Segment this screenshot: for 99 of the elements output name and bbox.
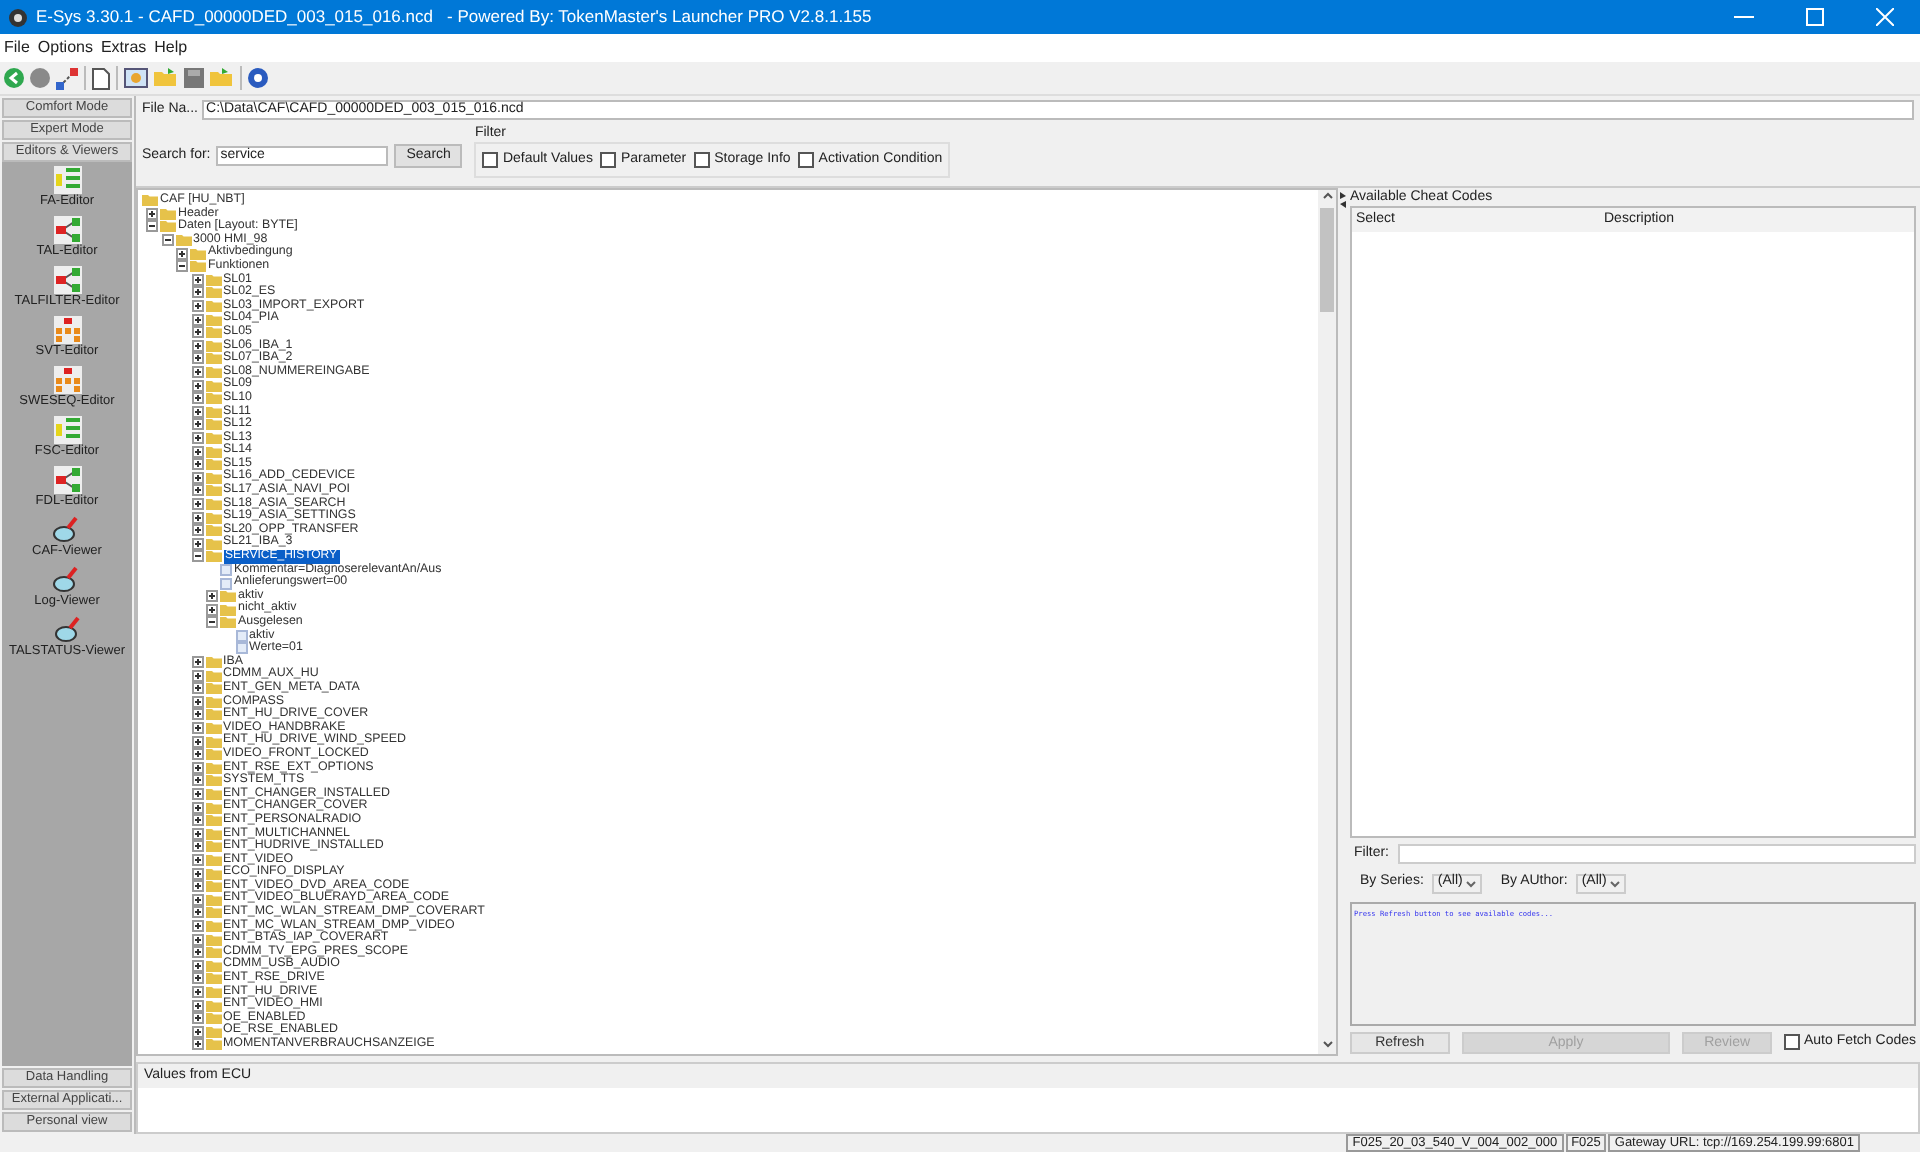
close-icon[interactable] [1876, 8, 1894, 26]
node-graph-icon [53, 266, 81, 294]
collapse-icon[interactable] [146, 220, 158, 233]
expand-icon[interactable] [191, 471, 203, 484]
expand-icon[interactable] [191, 431, 203, 444]
expand-icon[interactable] [191, 682, 203, 695]
expand-icon[interactable] [191, 445, 203, 458]
expand-icon[interactable] [191, 827, 203, 840]
expand-icon[interactable] [191, 946, 203, 959]
expand-icon[interactable] [191, 985, 203, 998]
expand-icon[interactable] [191, 537, 203, 550]
maximize-icon[interactable] [1806, 8, 1824, 26]
collapse-icon[interactable] [191, 550, 203, 563]
expand-icon[interactable] [191, 893, 203, 906]
expand-icon[interactable] [191, 801, 203, 814]
checkbox[interactable] [1783, 1034, 1800, 1050]
expand-icon[interactable] [191, 484, 203, 497]
expand-icon[interactable] [191, 1025, 203, 1038]
expand-icon[interactable] [191, 326, 203, 339]
expand-icon[interactable] [191, 379, 203, 392]
expand-icon[interactable] [206, 603, 218, 616]
expand-icon[interactable] [191, 972, 203, 985]
hierarchy-icon [53, 366, 81, 394]
expand-icon[interactable] [191, 840, 203, 853]
expand-icon[interactable] [191, 300, 203, 313]
expand-icon[interactable] [206, 590, 218, 603]
expand-icon[interactable] [191, 722, 203, 735]
expand-icon[interactable] [146, 207, 158, 220]
folder-icon[interactable] [210, 68, 234, 88]
back-icon[interactable] [4, 68, 24, 88]
expand-icon[interactable] [191, 418, 203, 431]
document-icon[interactable] [92, 67, 110, 89]
expand-icon[interactable] [191, 906, 203, 919]
expand-icon[interactable] [191, 497, 203, 510]
app-icon [8, 7, 28, 27]
expand-icon[interactable] [191, 669, 203, 682]
expand-icon[interactable] [176, 247, 188, 260]
expand-icon[interactable] [191, 352, 203, 365]
expand-icon[interactable] [191, 774, 203, 787]
splitter-arrows-icon[interactable] [1340, 192, 1348, 208]
expand-icon[interactable] [191, 959, 203, 972]
expand-icon[interactable] [191, 458, 203, 471]
scroll-thumb[interactable] [1320, 208, 1334, 312]
chevron-down-icon [1610, 879, 1621, 887]
expand-icon[interactable] [191, 695, 203, 708]
connect-icon[interactable] [56, 67, 78, 89]
expand-icon[interactable] [191, 735, 203, 748]
scrollbar[interactable] [1318, 190, 1336, 1054]
open-folder-icon[interactable] [154, 68, 178, 88]
expand-icon[interactable] [191, 748, 203, 761]
expand-icon[interactable] [191, 511, 203, 524]
menu-item[interactable]: Extras [100, 36, 147, 60]
expand-icon[interactable] [191, 273, 203, 286]
collapse-icon[interactable] [206, 616, 218, 629]
magnifier-icon [52, 566, 81, 594]
expand-icon[interactable] [191, 919, 203, 932]
help-icon[interactable] [248, 68, 268, 88]
menu-item[interactable]: Options [37, 36, 93, 60]
expand-icon[interactable] [191, 933, 203, 946]
chevron-down-icon [1466, 879, 1477, 887]
collapse-icon[interactable] [161, 234, 173, 247]
magnifier-icon [53, 616, 81, 644]
expand-icon[interactable] [191, 286, 203, 299]
menu-item[interactable]: File [4, 36, 30, 60]
expand-icon[interactable] [191, 1038, 203, 1051]
menu-item[interactable]: Help [154, 36, 188, 60]
expand-icon[interactable] [191, 708, 203, 721]
expand-icon[interactable] [191, 788, 203, 801]
expand-icon[interactable] [191, 999, 203, 1012]
checkbox[interactable] [694, 152, 711, 168]
collapse-icon[interactable] [176, 260, 188, 273]
magnifier-icon [52, 516, 81, 544]
filter-field[interactable] [1397, 844, 1916, 864]
window-title: E-Sys 3.30.1 - CAFD_00000DED_003_015_016.ncd - Powered By: TokenMaster's Launcher PRO V2.8.1.155 [36, 4, 872, 30]
expand-icon[interactable] [191, 366, 203, 379]
node-graph-icon [53, 216, 81, 244]
hierarchy-icon [53, 316, 81, 344]
expand-icon[interactable] [191, 1012, 203, 1025]
stop-icon[interactable] [30, 68, 50, 88]
expand-icon[interactable] [191, 867, 203, 880]
expand-icon[interactable] [191, 814, 203, 827]
scroll-up-icon[interactable] [1321, 190, 1333, 202]
checkbox[interactable] [798, 152, 815, 168]
list-grid-icon [53, 166, 81, 194]
checkbox[interactable] [482, 152, 499, 168]
expand-icon[interactable] [191, 853, 203, 866]
image-icon[interactable] [124, 68, 148, 88]
expand-icon[interactable] [191, 392, 203, 405]
checkbox[interactable] [600, 152, 617, 168]
expand-icon[interactable] [191, 656, 203, 669]
expand-icon[interactable] [191, 524, 203, 537]
expand-icon[interactable] [191, 405, 203, 418]
node-graph-icon [53, 466, 81, 494]
expand-icon[interactable] [191, 313, 203, 326]
scroll-down-icon[interactable] [1321, 1038, 1333, 1050]
list-grid-icon [53, 416, 81, 444]
expand-icon[interactable] [191, 339, 203, 352]
expand-icon[interactable] [191, 880, 203, 893]
expand-icon[interactable] [191, 761, 203, 774]
